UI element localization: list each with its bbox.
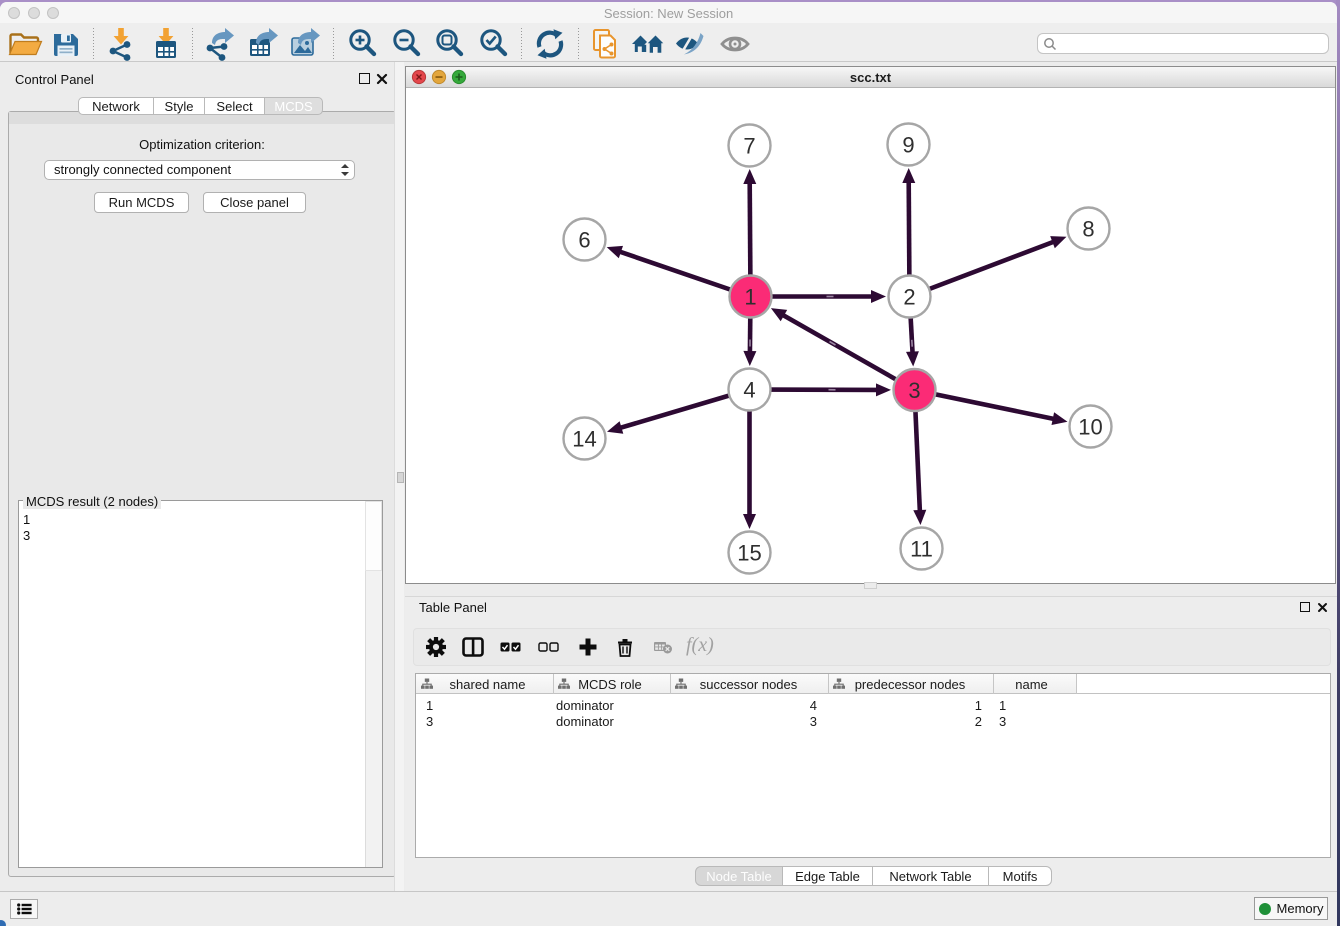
svg-text:11: 11 (910, 536, 933, 561)
svg-text:15: 15 (737, 540, 761, 565)
svg-text:8: 8 (1082, 216, 1094, 241)
svg-text:6: 6 (578, 227, 590, 252)
svg-text:7: 7 (743, 133, 755, 158)
svg-text:10: 10 (1078, 414, 1102, 439)
svg-text:2: 2 (903, 284, 915, 309)
svg-text:9: 9 (902, 132, 914, 157)
svg-text:14: 14 (572, 426, 596, 451)
svg-text:1: 1 (744, 284, 756, 309)
svg-text:3: 3 (908, 378, 920, 403)
svg-text:4: 4 (743, 377, 755, 402)
